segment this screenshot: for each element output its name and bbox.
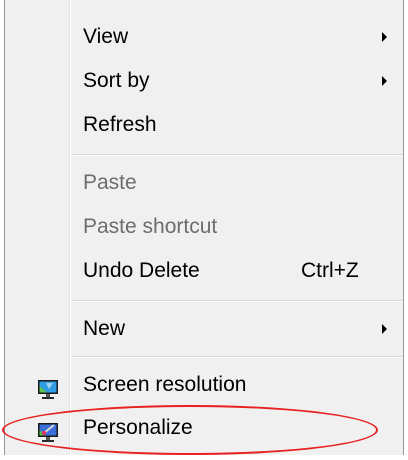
monitor-icon (37, 373, 59, 399)
menu-item-label: Screen resolution (83, 373, 247, 396)
menu-item-label: Undo Delete (83, 259, 200, 282)
menu-item-personalize[interactable]: Personalize (5, 406, 403, 450)
menu-item-label: Paste (83, 171, 137, 194)
menu-item-label: Personalize (83, 416, 193, 439)
menu-item-sort-by[interactable]: Sort by (5, 59, 403, 103)
menu-item-label: Paste shortcut (83, 215, 218, 238)
menu-separator (73, 154, 403, 156)
menu-separator (73, 300, 403, 302)
menu-item-new[interactable]: New (5, 307, 403, 351)
submenu-arrow-icon (382, 32, 387, 42)
menu-separator (73, 356, 403, 358)
menu-item-label: New (83, 317, 126, 340)
menu-item-label: Sort by (83, 69, 150, 92)
context-menu: View Sort by Refresh Paste Paste shortcu… (4, 0, 404, 455)
menu-item-shortcut: Ctrl+Z (301, 259, 359, 282)
menu-item-paste-shortcut: Paste shortcut (5, 205, 403, 249)
menu-item-refresh[interactable]: Refresh (5, 103, 403, 147)
submenu-arrow-icon (382, 324, 387, 334)
menu-item-label: View (83, 25, 129, 48)
menu-item-view[interactable]: View (5, 15, 403, 59)
menu-item-undo-delete[interactable]: Undo Delete Ctrl+Z (5, 249, 403, 293)
menu-item-label: Refresh (83, 113, 157, 136)
personalize-icon (37, 416, 59, 442)
submenu-arrow-icon (382, 76, 387, 86)
menu-item-paste: Paste (5, 161, 403, 205)
menu-item-screen-resolution[interactable]: Screen resolution (5, 363, 403, 407)
